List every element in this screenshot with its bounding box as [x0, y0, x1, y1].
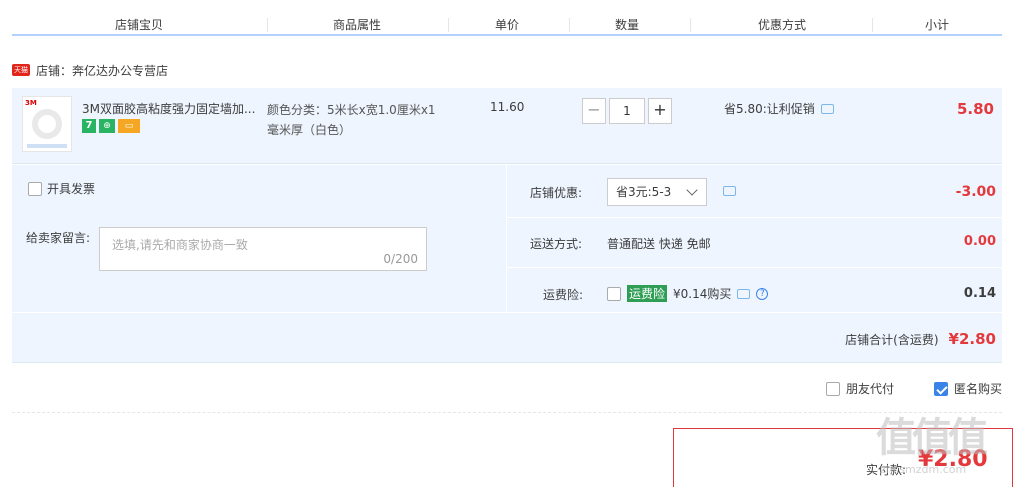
shipping-method: 普通配送 快递 免邮 [607, 237, 711, 251]
order-panel: 开具发票 给卖家留言: 选填,请先和商家协商一致 0/200 店铺优惠: 省3元… [12, 165, 1002, 363]
insurance-checkbox[interactable] [607, 286, 621, 301]
anonymous-purchase-checkbox[interactable] [933, 381, 948, 396]
header-shop-item: 店铺宝贝 [114, 18, 163, 32]
cart-header: 店铺宝贝 商品属性 单价 数量 优惠方式 小计 [12, 0, 1002, 36]
chat-bubble-icon[interactable] [737, 288, 751, 299]
message-label: 给卖家留言: [26, 231, 91, 245]
header-divider [267, 18, 268, 32]
shipping-label: 运送方式: [530, 237, 583, 251]
message-placeholder: 选填,请先和商家协商一致 [112, 238, 248, 252]
friend-pay-checkbox[interactable] [825, 381, 840, 396]
shipping-insurance-option: 运费险 ¥0.14购买 ? [607, 285, 769, 302]
shop-total-label: 店铺合计(含运费) [845, 332, 939, 347]
quantity-input[interactable]: 1 [609, 98, 645, 124]
header-unit-price: 单价 [494, 18, 519, 32]
invoice-checkbox[interactable] [28, 181, 42, 196]
header-attributes: 商品属性 [332, 18, 381, 32]
insurance-label: 运费险: [543, 288, 584, 302]
header-discount: 优惠方式 [757, 18, 806, 32]
chat-bubble-icon[interactable] [723, 186, 736, 196]
invoice-option[interactable]: 开具发票 [28, 180, 95, 197]
panel-divider [12, 312, 1002, 313]
shop-coupon-amount: -3.00 [955, 184, 996, 200]
message-char-count: 0/200 [383, 252, 418, 266]
shop-total-value: ¥2.80 [948, 330, 996, 348]
product-service-badges: 7 ⊕ ▭ [82, 119, 140, 133]
tape-roll-image [32, 109, 62, 139]
product-attributes: 颜色分类：5米长x宽1.0厘米x1 毫米厚（白色） [267, 103, 436, 137]
quantity-decrease-button[interactable]: − [582, 98, 606, 124]
anonymous-purchase-option[interactable]: 匿名购买 [933, 380, 1002, 397]
section-divider [12, 412, 1002, 413]
watermark-logo: 值值值 [876, 415, 988, 461]
panel-divider [506, 165, 507, 312]
header-divider [448, 18, 449, 32]
header-divider [872, 18, 873, 32]
seven-day-return-icon[interactable]: 7 [82, 119, 96, 133]
item-promotion: 省5.80:让利促销 [724, 100, 834, 117]
thumbnail-caption-bar [27, 144, 67, 148]
product-brand-logo: 3M [25, 99, 37, 107]
order-options: 朋友代付 匿名购买 [825, 380, 1002, 397]
product-thumbnail[interactable]: 3M [22, 96, 72, 152]
insurance-badge: 运费险 [627, 285, 668, 302]
chat-bubble-icon[interactable] [820, 103, 834, 114]
header-quantity: 数量 [614, 18, 639, 32]
friend-pay-option[interactable]: 朋友代付 [825, 380, 894, 397]
unit-price: 11.60 [490, 100, 525, 114]
help-question-icon[interactable]: ? [756, 287, 769, 300]
shop-name-link[interactable]: 奔亿达办公专营店 [72, 64, 168, 78]
product-title-link[interactable]: 3M双面胶高粘度强力固定墙加... [82, 100, 260, 117]
cart-item-row: 3M 3M双面胶高粘度强力固定墙加... 7 ⊕ ▭ 颜色分类：5米长x宽1.0… [12, 88, 1002, 164]
shop-row: 天猫 店铺：奔亿达办公专营店 [12, 60, 168, 80]
shop-coupon-select[interactable]: 省3元:5-3 [607, 178, 707, 206]
watermark-url: zhi.smzdm.com [880, 463, 967, 476]
panel-divider [507, 267, 1002, 268]
header-divider [569, 18, 570, 32]
guarantee-icon[interactable]: ⊕ [99, 119, 115, 133]
panel-divider [507, 217, 1002, 218]
item-subtotal: 5.80 [956, 100, 994, 118]
header-subtotal: 小计 [924, 18, 949, 32]
quantity-stepper: − 1 + [582, 98, 672, 124]
credit-card-icon[interactable]: ▭ [118, 119, 140, 133]
shop-label: 店铺：奔亿达办公专营店 [36, 63, 169, 78]
message-to-seller-input[interactable]: 选填,请先和商家协商一致 0/200 [99, 227, 427, 271]
shop-total: 店铺合计(含运费) ¥2.80 [845, 330, 996, 348]
insurance-amount: 0.14 [963, 286, 996, 301]
insurance-price: ¥0.14购买 [673, 287, 732, 301]
tmall-icon: 天猫 [12, 64, 30, 76]
chevron-down-icon [686, 184, 698, 196]
header-divider [690, 18, 691, 32]
quantity-increase-button[interactable]: + [648, 98, 672, 124]
shipping-amount: 0.00 [963, 234, 996, 249]
shop-coupon-label: 店铺优惠: [530, 186, 583, 200]
